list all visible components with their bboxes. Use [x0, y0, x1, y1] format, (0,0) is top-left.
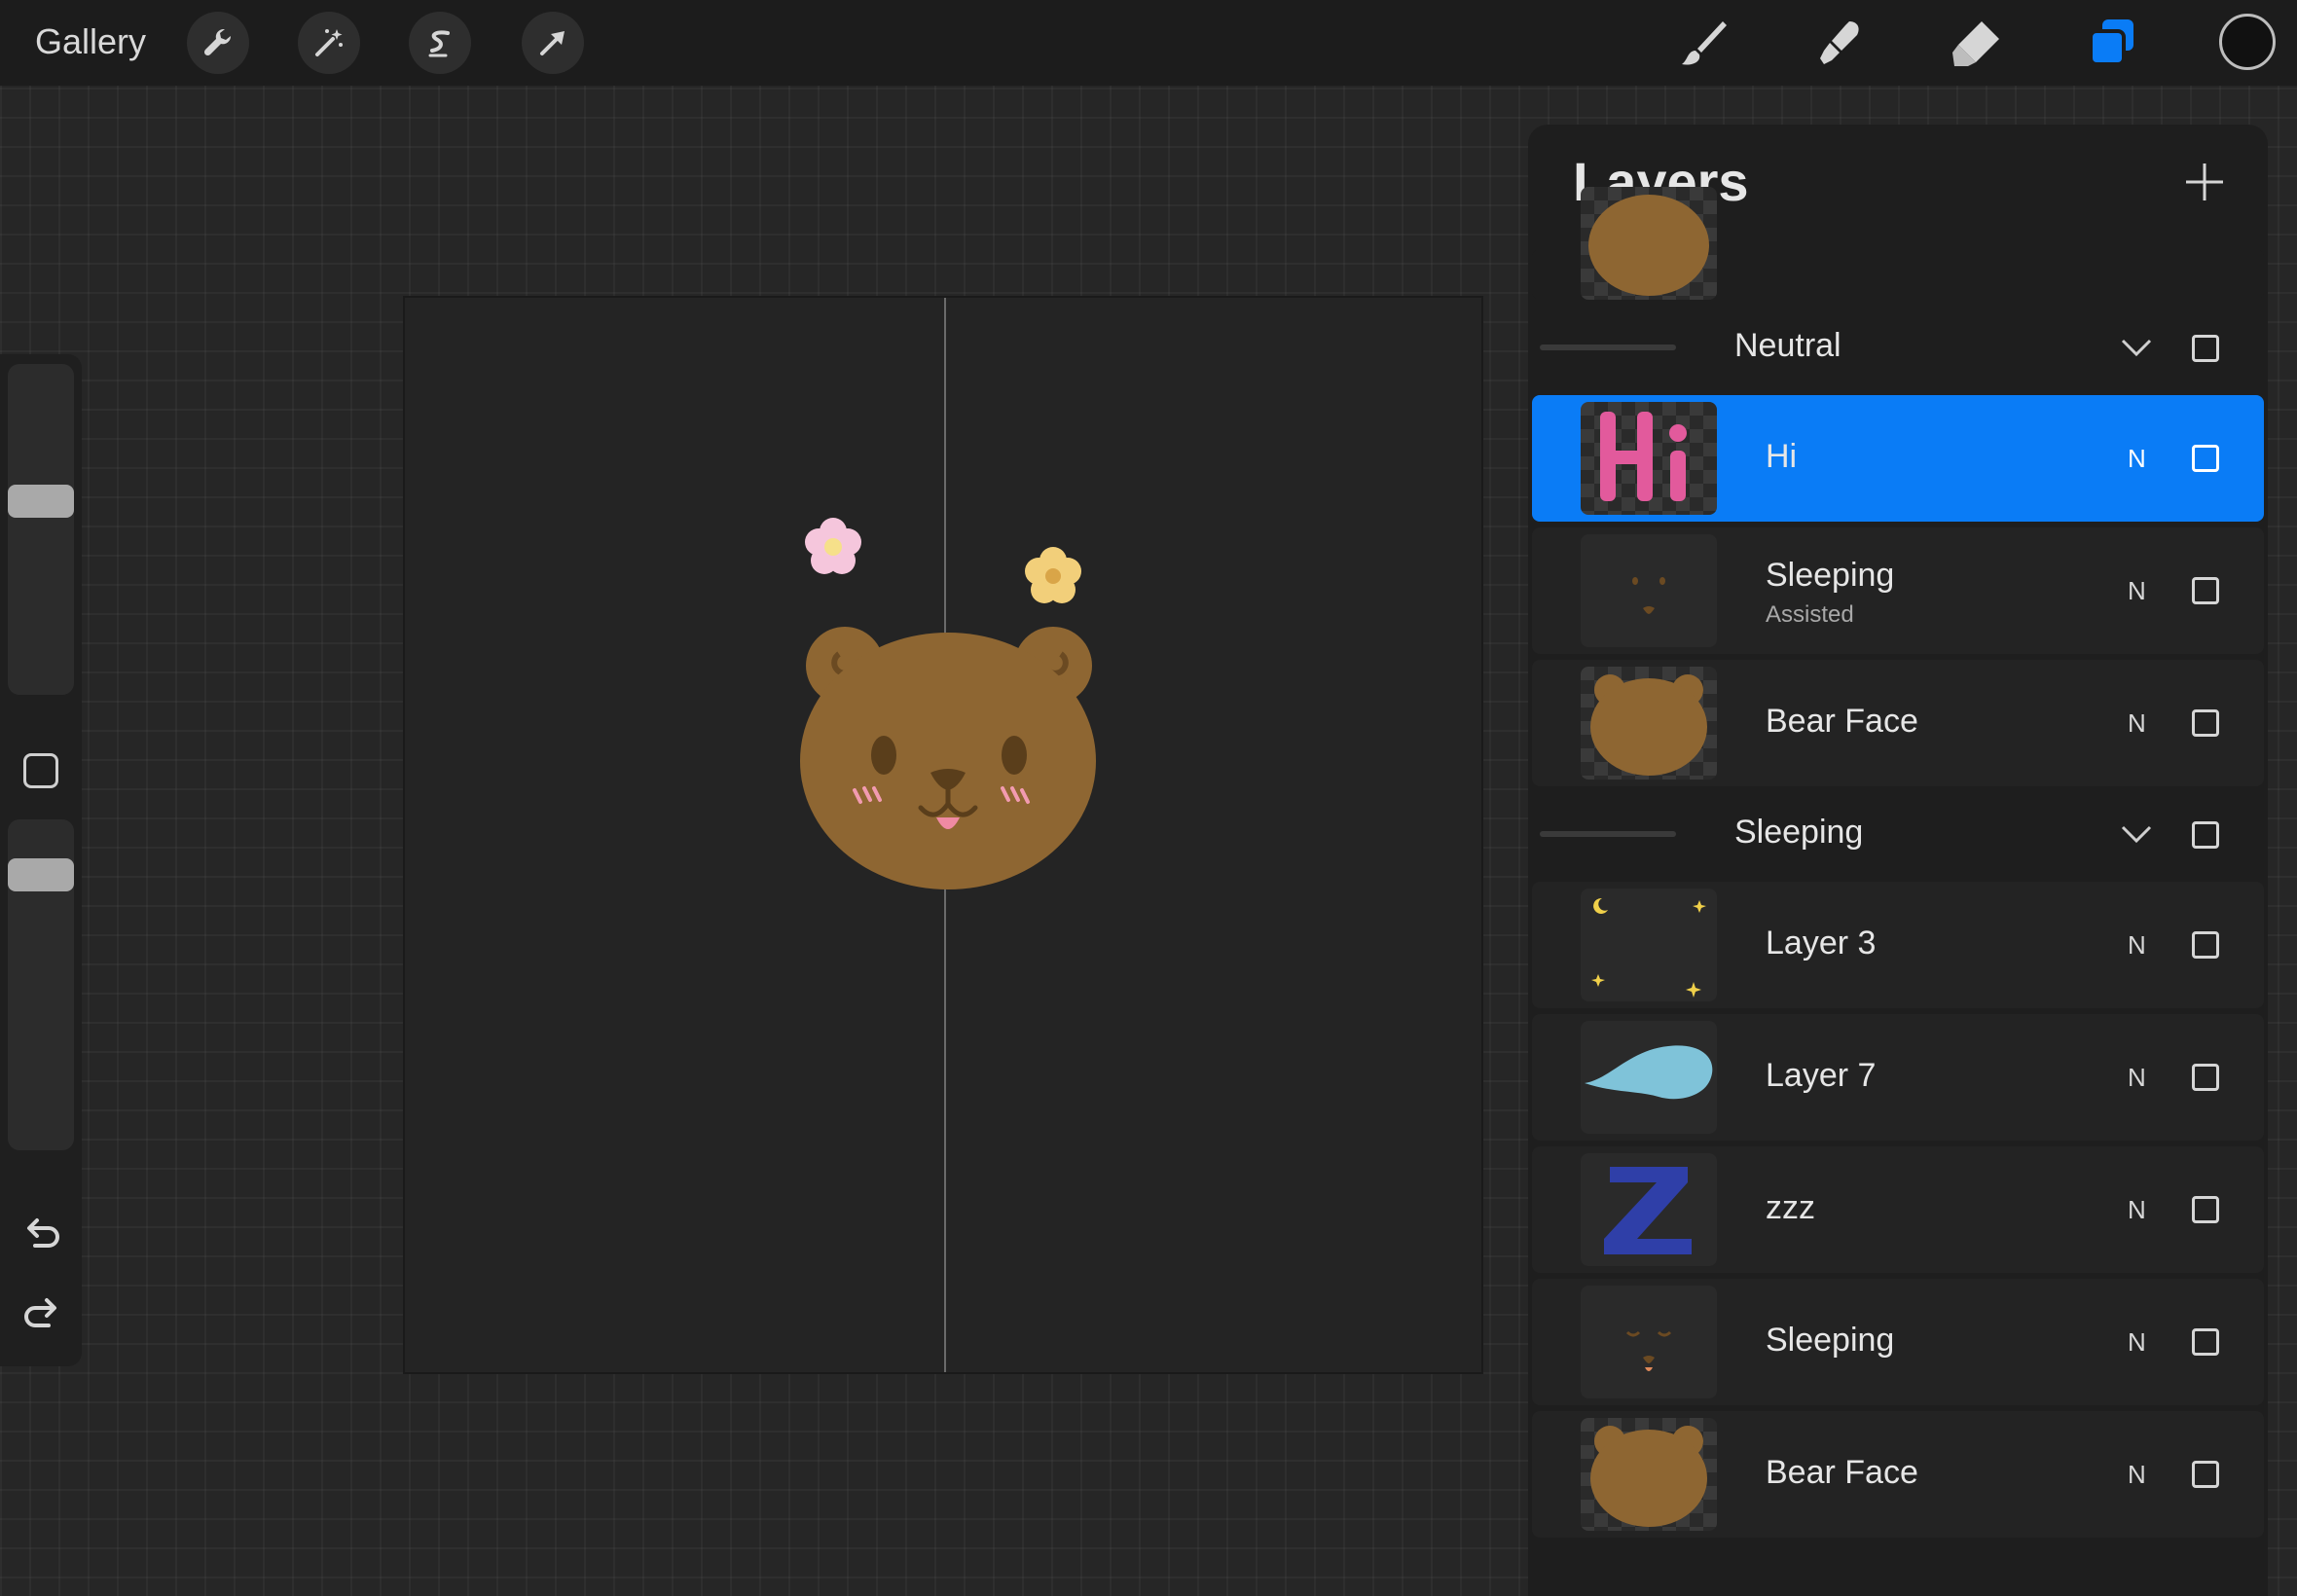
group-line	[1540, 345, 1676, 350]
layer-row-layer-3[interactable]: Layer 3 N	[1532, 882, 2264, 1008]
blend-mode[interactable]: N	[2128, 444, 2146, 474]
layer-name: Layer 3	[1766, 925, 1877, 961]
visibility-checkbox[interactable]	[2192, 709, 2219, 737]
layer-thumbnail	[1581, 1418, 1717, 1531]
brush-icon	[1682, 21, 1727, 65]
visibility-checkbox[interactable]	[2192, 1461, 2219, 1488]
visibility-checkbox[interactable]	[2192, 445, 2219, 472]
opacity-slider[interactable]	[8, 819, 74, 1150]
layers-icon	[2089, 19, 2133, 66]
layer-name: Sleeping	[1766, 1322, 1895, 1359]
blend-mode[interactable]: N	[2128, 1195, 2146, 1225]
eraser-button[interactable]	[1947, 14, 2005, 72]
pink-flower	[805, 518, 861, 574]
visibility-checkbox[interactable]	[2192, 1064, 2219, 1091]
brush-size-slider[interactable]	[8, 364, 74, 695]
blend-mode[interactable]: N	[2128, 1327, 2146, 1358]
layer-name: Bear Face	[1766, 1454, 1918, 1491]
group-row-neutral[interactable]: Neutral	[1532, 304, 2264, 391]
opacity-thumb[interactable]	[8, 858, 74, 891]
visibility-checkbox[interactable]	[2192, 1196, 2219, 1223]
layer-thumbnail	[1581, 889, 1717, 1001]
smudge-icon	[1820, 21, 1859, 64]
group-name: Sleeping	[1734, 814, 1864, 851]
top-toolbar: Gallery	[0, 0, 2297, 86]
layer-subtitle: Assisted	[1766, 601, 1854, 628]
drawing-canvas[interactable]	[403, 296, 1483, 1374]
actions-button[interactable]	[187, 12, 249, 74]
transform-button[interactable]	[522, 12, 584, 74]
layer-name: Layer 7	[1766, 1057, 1877, 1094]
visibility-checkbox[interactable]	[2192, 821, 2219, 849]
magic-wand-icon	[315, 29, 343, 56]
layer-thumbnail	[1581, 534, 1717, 647]
add-layer-icon[interactable]	[2182, 160, 2227, 204]
layer-row-hi[interactable]: Hi N	[1532, 395, 2264, 522]
left-sidebar	[0, 354, 82, 1366]
color-picker-button[interactable]	[2219, 14, 2276, 70]
layer-row-partial[interactable]	[1532, 187, 2264, 300]
modify-button[interactable]	[23, 753, 58, 788]
group-line	[1540, 831, 1676, 837]
layer-name: Sleeping	[1766, 557, 1895, 594]
blend-mode[interactable]: N	[2128, 576, 2146, 606]
layers-button[interactable]	[2083, 14, 2141, 72]
layer-row-zzz[interactable]: zzz N	[1532, 1146, 2264, 1273]
layer-name: Hi	[1766, 438, 1798, 475]
layer-row-sleeping-assisted[interactable]: Sleeping Assisted N	[1532, 527, 2264, 654]
chevron-down-icon[interactable]	[2120, 819, 2153, 849]
selection-icon	[428, 30, 450, 57]
bear-artwork	[800, 518, 1096, 889]
group-name: Neutral	[1734, 327, 1841, 364]
chevron-down-icon[interactable]	[2120, 333, 2153, 362]
layer-thumbnail	[1581, 1021, 1717, 1134]
layer-thumbnail	[1581, 1286, 1717, 1398]
layer-row-layer-7[interactable]: Layer 7 N	[1532, 1014, 2264, 1141]
visibility-checkbox[interactable]	[2192, 931, 2219, 959]
layer-row-sleeping[interactable]: Sleeping N	[1532, 1279, 2264, 1405]
brush-button[interactable]	[1674, 14, 1732, 72]
wrench-icon	[203, 28, 232, 56]
gallery-button[interactable]: Gallery	[35, 18, 146, 66]
layer-row-bear-face-2[interactable]: Bear Face N	[1532, 1411, 2264, 1538]
layer-name: Bear Face	[1766, 703, 1918, 740]
brush-size-thumb[interactable]	[8, 485, 74, 518]
blend-mode[interactable]: N	[2128, 930, 2146, 961]
layer-thumbnail	[1581, 1153, 1717, 1266]
eraser-icon	[1952, 21, 1999, 66]
blend-mode[interactable]: N	[2128, 708, 2146, 739]
undo-icon[interactable]	[21, 1215, 62, 1255]
layer-thumbnail	[1581, 187, 1717, 300]
smudge-button[interactable]	[1810, 14, 1869, 72]
visibility-checkbox[interactable]	[2192, 1328, 2219, 1356]
blend-mode[interactable]: N	[2128, 1460, 2146, 1490]
layer-name: zzz	[1766, 1189, 1815, 1226]
visibility-checkbox[interactable]	[2192, 335, 2219, 362]
layer-row-bear-face[interactable]: Bear Face N	[1532, 660, 2264, 786]
selection-button[interactable]	[409, 12, 471, 74]
group-row-sleeping[interactable]: Sleeping	[1532, 790, 2264, 878]
yellow-flower	[1025, 547, 1081, 603]
layer-thumbnail	[1581, 667, 1717, 780]
layers-panel: Layers Neutral Hi N Sleeping Assisted N …	[1528, 125, 2268, 1596]
transform-arrow-icon	[540, 31, 565, 55]
blend-mode[interactable]: N	[2128, 1063, 2146, 1093]
layer-thumbnail	[1581, 402, 1717, 515]
adjustments-button[interactable]	[298, 12, 360, 74]
redo-icon[interactable]	[21, 1294, 62, 1335]
visibility-checkbox[interactable]	[2192, 577, 2219, 604]
